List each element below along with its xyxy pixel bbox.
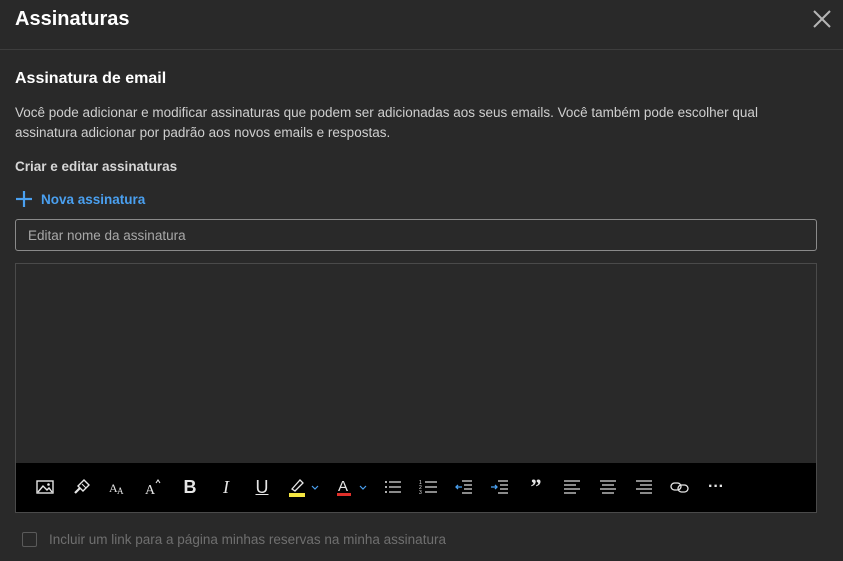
- font-size-button[interactable]: A A: [107, 475, 129, 499]
- font-color-icon: A: [337, 478, 367, 496]
- include-link-checkbox[interactable]: [22, 532, 37, 547]
- numbering-button[interactable]: 1 2 3: [418, 475, 440, 499]
- svg-text:3: 3: [419, 490, 422, 496]
- align-left-button[interactable]: [561, 475, 583, 499]
- bullet-list-icon: [385, 481, 401, 493]
- dialog-header: Assinaturas: [0, 0, 843, 50]
- grow-font-icon: A: [145, 479, 161, 497]
- svg-text:A: A: [145, 483, 156, 497]
- align-center-icon: [600, 480, 616, 494]
- align-right-button[interactable]: [633, 475, 655, 499]
- grow-font-button[interactable]: A: [143, 475, 165, 499]
- highlight-color-button[interactable]: [286, 475, 324, 499]
- section-description: Você pode adicionar e modificar assinatu…: [15, 105, 758, 140]
- close-button[interactable]: [811, 8, 833, 30]
- include-link-option: Incluir um link para a página minhas res…: [22, 532, 446, 547]
- increase-indent-button[interactable]: [489, 475, 511, 499]
- formatting-toolbar: A A A B I U A 1 2 3 ” ···: [16, 463, 816, 512]
- signature-name-input[interactable]: [15, 219, 817, 251]
- align-center-button[interactable]: [597, 475, 619, 499]
- more-options-button[interactable]: ···: [705, 475, 727, 499]
- section-title: Assinatura de email: [15, 70, 167, 87]
- decrease-indent-button[interactable]: [453, 475, 475, 499]
- decrease-indent-icon: [455, 480, 472, 494]
- highlighter-icon: [289, 479, 319, 497]
- quote-button[interactable]: ”: [525, 475, 547, 499]
- insert-image-button[interactable]: [34, 475, 56, 499]
- bullets-button[interactable]: [382, 475, 404, 499]
- underline-button[interactable]: U: [251, 475, 273, 499]
- font-color-button[interactable]: A: [334, 475, 372, 499]
- align-left-icon: [564, 480, 580, 494]
- bold-button[interactable]: B: [179, 475, 201, 499]
- svg-text:A: A: [338, 478, 348, 495]
- link-icon: [670, 482, 689, 493]
- format-painter-button[interactable]: [71, 475, 93, 499]
- font-size-icon: A A: [109, 481, 124, 496]
- plus-icon: [16, 191, 32, 207]
- image-icon: [36, 480, 54, 494]
- insert-link-button[interactable]: [669, 475, 691, 499]
- new-signature-button[interactable]: Nova assinatura: [15, 188, 145, 210]
- increase-indent-icon: [491, 480, 508, 494]
- format-painter-icon: [74, 479, 90, 494]
- svg-text:A: A: [117, 486, 124, 496]
- italic-button[interactable]: I: [215, 475, 237, 499]
- signature-editor: A A A B I U A 1 2 3 ” ···: [15, 263, 817, 513]
- numbered-list-icon: 1 2 3: [419, 480, 437, 496]
- subsection-title: Criar e editar assinaturas: [15, 159, 178, 174]
- include-link-label: Incluir um link para a página minhas res…: [49, 532, 446, 547]
- signature-editor-area[interactable]: [16, 264, 816, 463]
- new-signature-label: Nova assinatura: [41, 191, 146, 207]
- close-icon: [813, 10, 831, 28]
- dialog-title: Assinaturas: [15, 8, 130, 30]
- align-right-icon: [636, 480, 652, 494]
